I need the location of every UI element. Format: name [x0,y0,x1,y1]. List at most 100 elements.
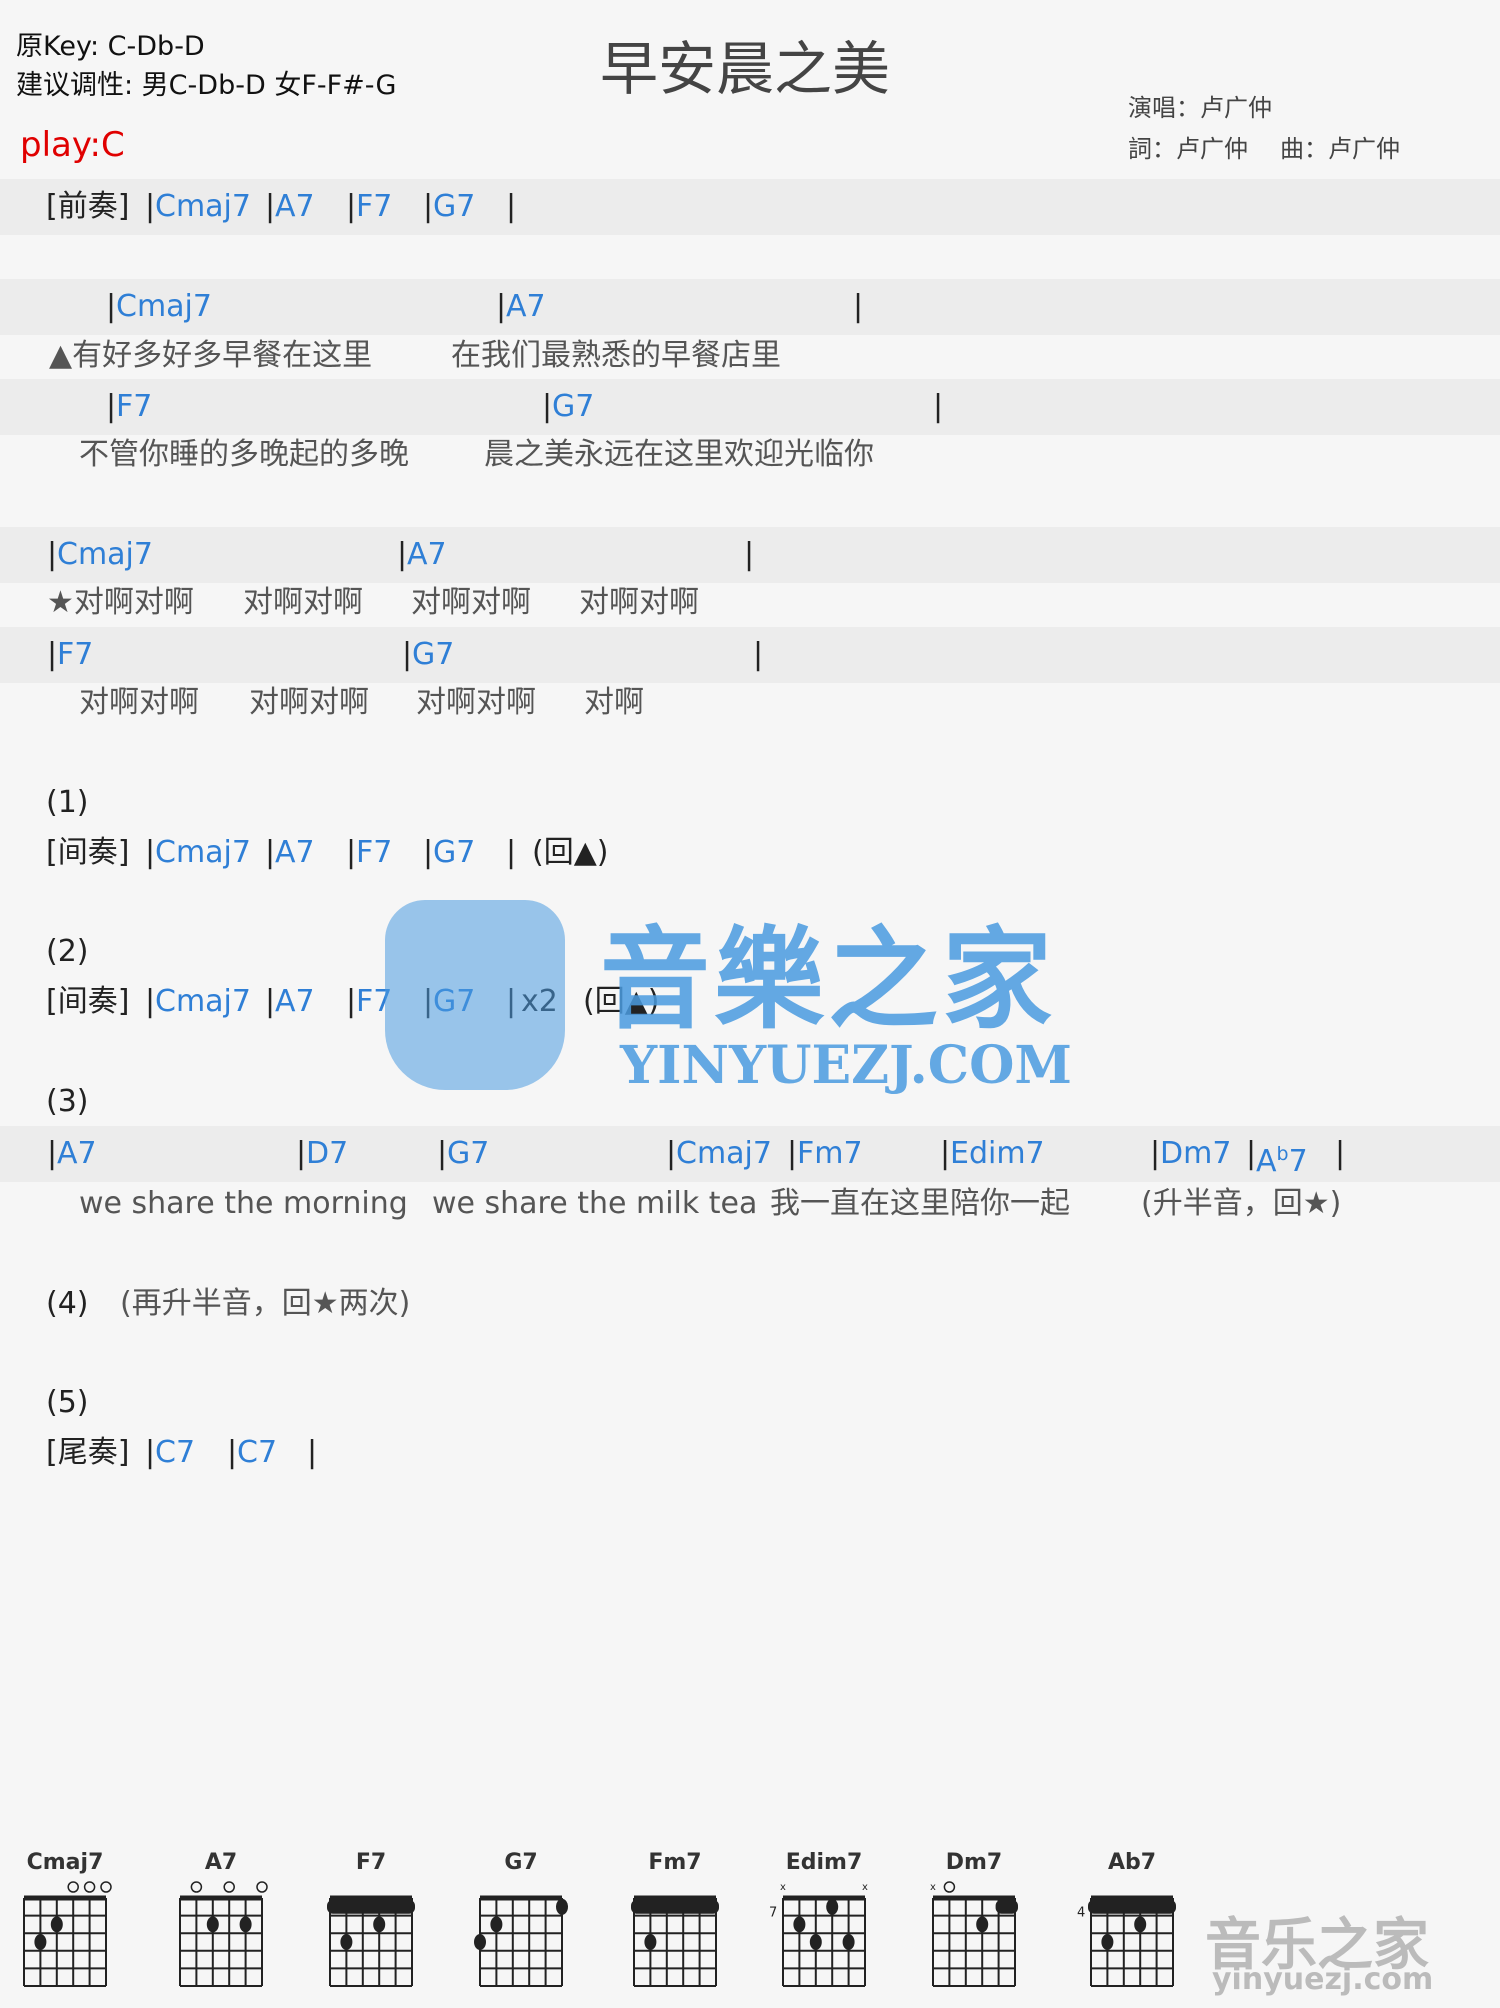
bar-line: | [506,835,517,870]
lyric-text: 对啊对啊 [579,585,699,620]
section-label: [间奏] [46,835,130,870]
bar-line: | [47,537,58,572]
finger-dot [206,1916,219,1933]
chord-name[interactable]: A7 [275,982,315,1022]
bar-line: | [402,637,413,672]
bar-line: | [145,1435,156,1470]
muted-string-marker: x [862,1882,868,1893]
bar-line: | [296,1136,307,1171]
bar-line: | [145,189,156,224]
bar-line: | [787,1136,798,1171]
chord-name[interactable]: A7 [407,535,447,575]
chord-diagram-Cmaj7 [23,1881,112,1987]
lyric-text: we share the morning [79,1186,408,1221]
chord-diagram-name: Ab7 [1107,1850,1157,1875]
section-label: [尾奏] [46,1435,130,1470]
chord-diagram-Fm7 [631,1895,719,1987]
lyric-text: 对啊 [584,685,644,720]
chord-root: A7 [57,1136,97,1171]
finger-dot [340,1934,353,1950]
chord-name[interactable]: F7 [57,635,93,675]
chord-name[interactable]: C7 [155,1433,195,1473]
chord-name[interactable]: G7 [433,833,475,873]
footer-logo-url: yinyuezj.com [1212,1962,1434,1997]
chord-diagram-name: A7 [204,1850,238,1875]
bar-line: | [933,389,944,424]
chord-root: G7 [447,1136,490,1171]
chord-root: A7 [407,537,447,572]
finger-dot [976,1916,989,1933]
chord-root: Fm7 [797,1136,863,1171]
chord-name[interactable]: Cmaj7 [676,1134,772,1174]
chord-diagram-name: Fm7 [648,1850,702,1875]
chord-name[interactable]: Dm7 [1160,1134,1231,1174]
chord-name[interactable]: F7 [116,387,152,427]
bar-line: | [106,389,117,424]
open-string-marker [100,1881,112,1893]
bar-line: | [1335,1136,1346,1171]
lyric-text: 在我们最熟悉的早餐店里 [451,338,781,373]
chord-name[interactable]: A7 [275,187,315,227]
bar-line: | [1150,1136,1161,1171]
bar-line: | [496,289,507,324]
bar-line: | [397,537,408,572]
chord-name[interactable]: A7 [275,833,315,873]
chord-name[interactable]: Fm7 [797,1134,863,1174]
chord-root: A [1256,1144,1277,1179]
chord-name[interactable]: G7 [412,635,454,675]
chord-diagram-name: Edim7 [785,1850,863,1875]
chord-name[interactable]: D7 [306,1134,348,1174]
chord-name[interactable]: Cmaj7 [155,833,251,873]
bar-line: | [145,984,156,1019]
chord-name[interactable]: F7 [356,833,392,873]
watermark-logo: 音樂之家 [600,916,1056,1044]
barre [1088,1899,1176,1914]
open-string-marker [67,1881,79,1893]
chord-name[interactable]: Cmaj7 [155,982,251,1022]
lyric-text: ▲有好多好多早餐在这里 [49,338,373,373]
finger-dot [34,1934,47,1950]
chord-root: A7 [275,984,315,1019]
original-key: 原Key: C-Db-D [16,31,205,62]
finger-dot [1134,1916,1147,1933]
singer: 演唱：卢广仲 [1128,94,1272,122]
chord-root: F7 [356,189,393,224]
finger-dot [239,1916,252,1933]
finger-dot [842,1934,855,1950]
chord-name[interactable]: Cmaj7 [57,535,153,575]
chord-root: C7 [237,1435,278,1470]
open-string-marker [83,1881,96,1893]
chord-name[interactable]: Ab7 [1256,1134,1308,1182]
chord-name[interactable]: Edim7 [950,1134,1045,1174]
finger-dot [1101,1934,1114,1950]
chord-name[interactable]: A7 [57,1134,97,1174]
bar-line: | [265,984,276,1019]
lyric-text: 对啊对啊 [79,685,199,720]
lyric-text: 对啊对啊 [411,585,531,620]
finger-dot [490,1916,503,1933]
fret-position: 7 [769,1906,777,1921]
finger-dot [793,1916,806,1933]
chord-root: A7 [275,189,315,224]
chord-name[interactable]: A7 [506,287,546,327]
chord-accidental: b [1276,1143,1289,1165]
chord-root: Cmaj7 [676,1136,772,1171]
open-string-marker [223,1881,235,1893]
bar-line: | [940,1136,951,1171]
chord-name[interactable]: F7 [356,187,392,227]
bar-line: | [227,1435,238,1470]
open-string-marker [190,1881,203,1893]
bar-line: | [265,835,276,870]
watermark-url: YINYUEZJ.COM [620,1035,1072,1096]
chord-name[interactable]: G7 [433,187,475,227]
chord-name[interactable]: C7 [237,1433,277,1473]
chord-name[interactable]: G7 [552,387,594,427]
section-label: [前奏] [46,189,130,224]
section-label: [间奏] [46,984,130,1019]
chord-diagram-Ab7: 4 [1077,1895,1176,1987]
finger-dot [826,1898,839,1915]
barre [631,1899,719,1914]
chord-name[interactable]: G7 [447,1134,489,1174]
chord-name[interactable]: Cmaj7 [116,287,212,327]
chord-name[interactable]: Cmaj7 [155,187,251,227]
